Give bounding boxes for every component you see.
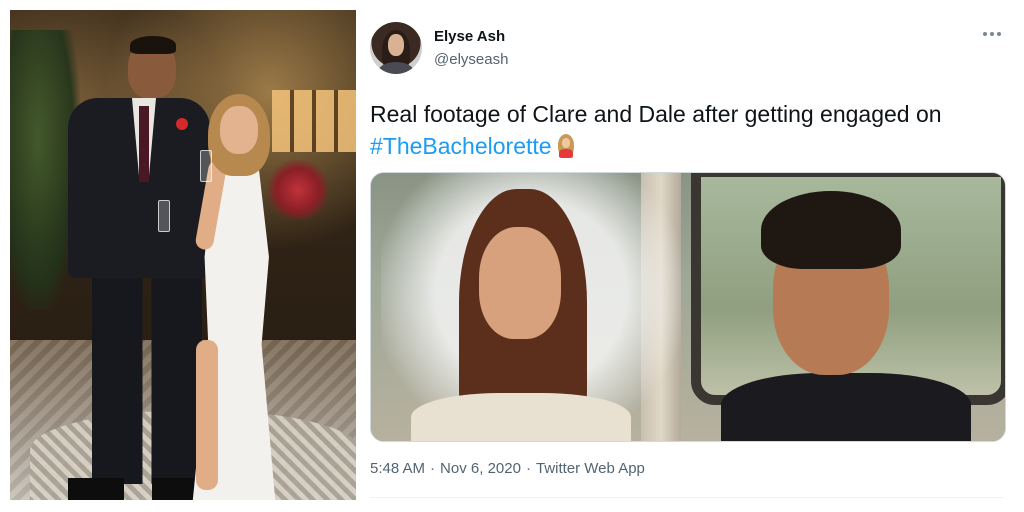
hashtag-link[interactable]: #TheBachelorette [370,133,552,159]
bride-emoji-icon [556,134,576,158]
user-handle[interactable]: @elyseash [434,51,508,68]
champagne-glass [200,150,212,182]
tweet-date[interactable]: Nov 6, 2020 [440,460,521,477]
tweet-media-image[interactable] [370,172,1006,442]
tweet-card: Elyse Ash @elyseash Real footage of Clar… [370,10,1010,500]
man-hair [130,36,176,54]
meta-separator: · [430,460,436,477]
tweet-text-body: Real footage of Clare and Dale after get… [370,101,942,127]
champagne-glass [158,200,170,232]
media-man-shirt [721,373,971,441]
page: Elyse Ash @elyseash Real footage of Clar… [0,0,1024,512]
profile-avatar[interactable] [370,22,422,74]
photo-flowers [268,160,328,220]
divider [370,497,1004,498]
tweet-time[interactable]: 5:48 AM [370,460,425,477]
more-options-button[interactable] [978,24,1006,44]
more-options-icon [983,32,1001,36]
woman-face [220,106,258,154]
woman-leg [196,340,218,490]
media-bride-dress [411,393,631,441]
photo-lit-window [272,90,356,152]
meta-separator: · [525,460,531,477]
tweet-metadata: 5:48 AM · Nov 6, 2020 · Twitter Web App [370,460,645,477]
man-tie [139,106,149,182]
media-bride-face [479,227,561,339]
man-legs [92,272,202,484]
avatar-face [388,34,404,56]
man-shoes [68,478,208,500]
couple-photo [10,10,356,500]
display-name[interactable]: Elyse Ash [434,28,505,45]
tweet-source[interactable]: Twitter Web App [536,460,645,477]
media-man-hair [761,191,901,269]
tweet-text: Real footage of Clare and Dale after get… [370,98,990,162]
boutonniere-rose [176,118,188,130]
